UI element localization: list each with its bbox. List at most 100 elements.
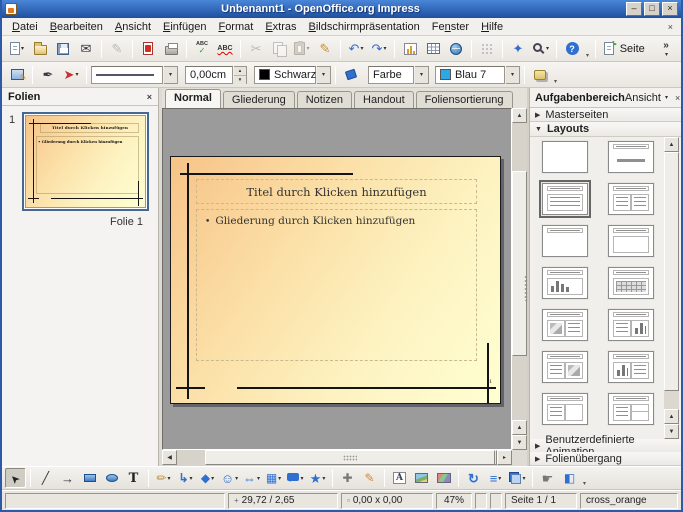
outline-placeholder[interactable]: •Gliederung durch Klicken hinzufügen bbox=[196, 209, 477, 361]
view-menu[interactable]: Ansicht bbox=[625, 92, 661, 104]
spellcheck-button[interactable]: ABC✓ bbox=[191, 38, 213, 60]
maximize-button[interactable]: □ bbox=[644, 2, 660, 16]
arrow-style-button[interactable]: ➤▾ bbox=[60, 64, 82, 86]
toolbar-options-icon[interactable]: ▾ bbox=[583, 480, 586, 487]
slides-panel-close-icon[interactable]: × bbox=[147, 92, 152, 102]
section-animation[interactable]: ▶ Benutzerdefinierte Animation bbox=[530, 439, 681, 453]
layout-blank[interactable] bbox=[542, 141, 588, 173]
email-button[interactable]: ✉ bbox=[75, 38, 97, 60]
gallery-button[interactable] bbox=[433, 468, 454, 488]
fill-style-dropdown[interactable]: ▾ bbox=[415, 66, 429, 84]
insert-picture-button[interactable] bbox=[411, 468, 432, 488]
stars-tool[interactable]: ★▾ bbox=[307, 468, 328, 488]
layout-text-empty[interactable] bbox=[542, 393, 588, 425]
fill-color-dropdown[interactable]: ▾ bbox=[506, 66, 520, 84]
fill-color-select[interactable]: Blau 7 bbox=[435, 66, 505, 84]
layouts-scroll-up[interactable]: ▲ bbox=[664, 137, 679, 152]
scroll-down-button[interactable]: ▼ bbox=[512, 435, 527, 450]
menu-format[interactable]: Format bbox=[212, 19, 259, 35]
menu-hilfe[interactable]: Hilfe bbox=[475, 19, 509, 35]
tab-notizen[interactable]: Notizen bbox=[297, 91, 352, 108]
layout-title-empty-content[interactable] bbox=[608, 225, 654, 257]
task-panel-close-icon[interactable]: × bbox=[675, 93, 680, 103]
navigator-button[interactable]: ✦ bbox=[507, 38, 529, 60]
redo-button[interactable]: ↷▾ bbox=[368, 38, 390, 60]
copy-button[interactable] bbox=[268, 38, 290, 60]
menu-extras[interactable]: Extras bbox=[259, 19, 302, 35]
line-dialog-button[interactable]: ✒ bbox=[37, 64, 59, 86]
export-pdf-button[interactable] bbox=[137, 38, 159, 60]
hyperlink-button[interactable] bbox=[445, 38, 467, 60]
layout-text-chart[interactable] bbox=[608, 309, 654, 341]
cut-button[interactable]: ✂ bbox=[245, 38, 267, 60]
interaction-button[interactable]: ☛ bbox=[537, 468, 558, 488]
arrange-button[interactable]: ▾ bbox=[507, 468, 528, 488]
insert-page-button[interactable]: ✚ Seite bbox=[600, 38, 649, 60]
layout-chart-text[interactable] bbox=[608, 351, 654, 383]
alignment-button[interactable]: ≡▾ bbox=[485, 468, 506, 488]
display-grid-button[interactable] bbox=[476, 38, 498, 60]
line-width-input[interactable]: 0,00cm bbox=[185, 66, 233, 84]
block-arrows-tool[interactable]: ⇔▾ bbox=[241, 468, 262, 488]
status-zoom-cell[interactable]: 47% bbox=[436, 493, 472, 509]
ellipse-tool[interactable] bbox=[101, 468, 122, 488]
edit-points-button[interactable]: ✚ bbox=[337, 468, 358, 488]
help-button[interactable]: ? bbox=[561, 38, 583, 60]
menu-bildschirmpraesentation[interactable]: Bildschirmpräsentation bbox=[303, 19, 426, 35]
line-width-stepper[interactable]: ▲▼ bbox=[234, 66, 247, 84]
tab-gliederung[interactable]: Gliederung bbox=[223, 91, 295, 108]
shadow-toggle-button[interactable] bbox=[529, 64, 551, 86]
tab-handout[interactable]: Handout bbox=[354, 91, 414, 108]
glue-points-button[interactable]: ✎ bbox=[359, 468, 380, 488]
line-style-dropdown[interactable]: ▾ bbox=[164, 66, 178, 84]
edit-points-mode-button[interactable]: ✎ bbox=[6, 64, 28, 86]
layout-title-only[interactable] bbox=[542, 225, 588, 257]
paste-button[interactable]: ▾ bbox=[291, 38, 313, 60]
scroll-up-button[interactable]: ▲ bbox=[512, 108, 527, 123]
vscroll-thumb[interactable] bbox=[512, 171, 527, 356]
line-color-select[interactable]: Schwarz bbox=[254, 66, 316, 84]
insert-table-button[interactable] bbox=[422, 38, 444, 60]
slide-editing-surface[interactable]: Titel durch Klicken hinzufügen •Gliederu… bbox=[170, 156, 501, 404]
layouts-scrollbar[interactable]: ▲ ▲ ▼ bbox=[664, 137, 679, 439]
undo-button[interactable]: ↶▾ bbox=[345, 38, 367, 60]
layout-title-content-selected[interactable] bbox=[542, 183, 588, 215]
horizontal-scrollbar[interactable]: ◀ ◂ ▸ bbox=[162, 450, 512, 466]
scroll-left-button[interactable]: ◀ bbox=[162, 450, 177, 465]
section-masterseiten[interactable]: ▶ Masterseiten bbox=[530, 108, 681, 122]
section-layouts[interactable]: ▼ Layouts bbox=[530, 122, 681, 137]
scroll-up-button-2[interactable]: ▲ bbox=[512, 420, 527, 435]
layouts-scroll-up-2[interactable]: ▲ bbox=[664, 409, 679, 424]
scroll-right-button[interactable]: ▸ bbox=[497, 450, 512, 465]
line-style-select[interactable] bbox=[91, 66, 163, 84]
rotate-button[interactable]: ↻ bbox=[463, 468, 484, 488]
tab-normal[interactable]: Normal bbox=[165, 89, 221, 108]
edit-file-button[interactable]: ✎ bbox=[106, 38, 128, 60]
line-color-dropdown[interactable]: ▾ bbox=[317, 66, 331, 84]
edit-canvas[interactable]: Titel durch Klicken hinzufügen •Gliederu… bbox=[162, 108, 512, 450]
layouts-scroll-thumb[interactable] bbox=[664, 152, 679, 391]
print-button[interactable] bbox=[160, 38, 182, 60]
title-placeholder[interactable]: Titel durch Klicken hinzufügen bbox=[196, 179, 477, 204]
line-tool[interactable]: ╱ bbox=[35, 468, 56, 488]
tab-foliensortierung[interactable]: Foliensortierung bbox=[416, 91, 513, 108]
toolbar-options-icon[interactable]: ▾ bbox=[586, 52, 589, 59]
menu-fenster[interactable]: Fenster bbox=[426, 19, 475, 35]
view-menu-caret-icon[interactable]: ▾ bbox=[665, 94, 668, 101]
connector-tool[interactable]: ↳▾ bbox=[175, 468, 196, 488]
close-button[interactable]: × bbox=[662, 2, 678, 16]
insert-chart-button[interactable] bbox=[399, 38, 421, 60]
extrusion-button[interactable]: ◧ bbox=[559, 468, 580, 488]
layout-title-subtitle[interactable] bbox=[608, 141, 654, 173]
toolbar-options-icon[interactable]: ▾ bbox=[554, 78, 557, 85]
layout-title-chart[interactable] bbox=[542, 267, 588, 299]
curve-tool[interactable]: ✏▾ bbox=[153, 468, 174, 488]
text-tool[interactable]: T bbox=[123, 468, 144, 488]
menu-bearbeiten[interactable]: Bearbeiten bbox=[44, 19, 109, 35]
callouts-tool[interactable]: ▾ bbox=[285, 468, 306, 488]
layout-text-clipart[interactable] bbox=[542, 351, 588, 383]
rectangle-tool[interactable] bbox=[79, 468, 100, 488]
zoom-button[interactable]: ▾ bbox=[530, 38, 552, 60]
section-transition[interactable]: ▶ Folienübergang bbox=[530, 452, 681, 466]
menu-datei[interactable]: Datei bbox=[6, 19, 44, 35]
